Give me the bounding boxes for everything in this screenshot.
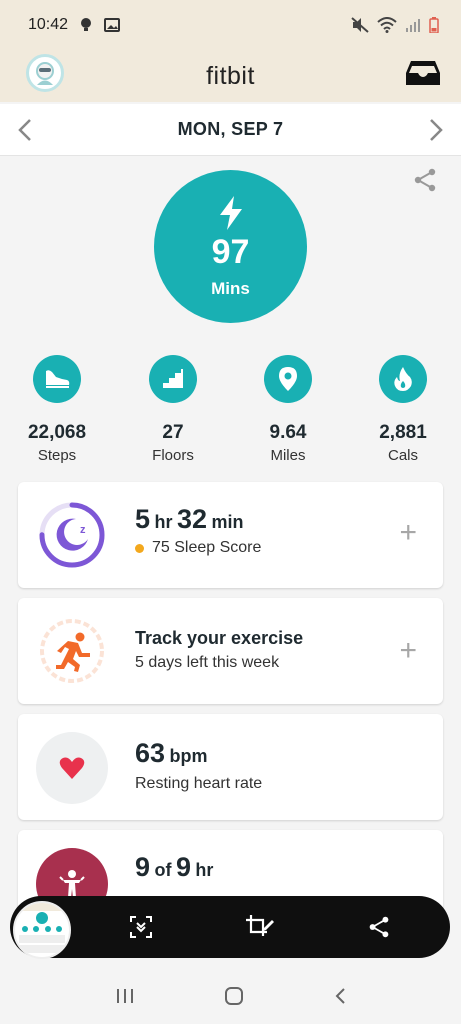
exercise-ring [38,617,106,685]
app-header: fitbit [0,50,461,102]
hourly-text: 9 of 9 hr [135,852,213,883]
stat-value: 2,881 [379,422,427,443]
svg-text:z: z [80,524,86,536]
heart-text: 63 bpm Resting heart rate [135,738,262,793]
stairs-icon [149,355,197,403]
stat-calories[interactable]: 2,881 Cals [353,355,453,464]
home-button[interactable] [224,986,244,1006]
wifi-icon [377,17,397,33]
next-day-button[interactable] [425,118,445,142]
date-bar: MON, SEP 7 [0,104,461,156]
hourly-unit: hr [195,860,214,880]
avatar[interactable] [26,54,64,92]
exercise-text: Track your exercise 5 days left this wee… [135,628,303,672]
heart-rate-value: 63 [135,738,166,768]
screenshot-thumbnail[interactable] [13,901,71,959]
image-icon [104,18,121,32]
stat-value: 27 [162,422,184,443]
scroll-capture-icon [130,916,152,938]
sleep-ring: z [38,501,106,569]
stat-label: Miles [270,447,306,464]
stat-label: Steps [37,447,77,464]
sleep-minutes: 32 [176,504,207,534]
stat-value: 9.64 [269,422,307,443]
stat-floors[interactable]: 27 Floors [123,355,223,464]
lightning-icon [219,195,242,230]
exercise-card[interactable]: Track your exercise 5 days left this wee… [18,598,443,704]
shoe-icon [33,355,81,403]
sleep-text: 5 hr 32 min 75 Sleep Score [135,504,261,557]
sleep-card[interactable]: z 5 hr 32 min 75 Sleep Score + [18,482,443,588]
stat-value: 22,068 [27,422,87,443]
crop-edit-icon [246,915,274,936]
active-minutes-circle[interactable]: 97 Mins [154,170,307,323]
heart-badge [36,732,108,804]
previous-day-button[interactable] [16,118,36,142]
recent-apps-button[interactable] [115,987,135,1005]
map-pin-icon [264,355,312,403]
sleep-hours: 5 [135,504,151,534]
sleep-hr-unit: hr [154,512,173,532]
hourly-value: 9 [135,852,151,882]
stat-label: Cals [387,447,418,464]
heart-rate-unit: bpm [169,746,208,766]
stat-miles[interactable]: 9.64 Miles [238,355,338,464]
mute-icon [351,17,369,33]
status-time: 10:42 [28,16,69,33]
flame-icon [379,355,427,403]
active-minutes-unit: Mins [211,278,250,298]
status-bar: 10:42 [0,0,461,50]
avatar-icon [36,62,54,85]
sleep-score-dot [135,543,144,553]
heart-icon [59,757,85,779]
scroll-capture-button[interactable] [126,912,156,942]
sleep-min-unit: min [211,512,244,532]
back-button[interactable] [333,987,347,1005]
add-sleep-button[interactable]: + [399,518,417,548]
lightbulb-icon [81,18,92,31]
exercise-subtitle: 5 days left this week [135,654,280,671]
hourly-total: 9 [175,852,191,882]
stat-steps[interactable]: 22,068 Steps [7,355,107,464]
date-label: MON, SEP 7 [177,119,284,139]
app-title: fitbit [206,61,255,90]
heart-rate-subtitle: Resting heart rate [135,775,263,792]
system-nav-bar [0,968,461,1024]
share-icon [369,916,389,938]
sleep-score: 75 Sleep Score [152,539,262,556]
exercise-title: Track your exercise [135,628,304,648]
edit-screenshot-button[interactable] [245,912,275,942]
hourly-of: of [154,860,172,880]
signal-icon [406,19,420,32]
battery-icon [429,17,439,33]
active-minutes-value: 97 [211,232,250,271]
share-icon[interactable] [413,168,437,192]
inbox-icon[interactable] [405,59,441,87]
heart-rate-card[interactable]: 63 bpm Resting heart rate [18,714,443,820]
stat-label: Floors [152,447,194,464]
add-exercise-button[interactable]: + [399,636,417,666]
share-screenshot-button[interactable] [364,912,394,942]
